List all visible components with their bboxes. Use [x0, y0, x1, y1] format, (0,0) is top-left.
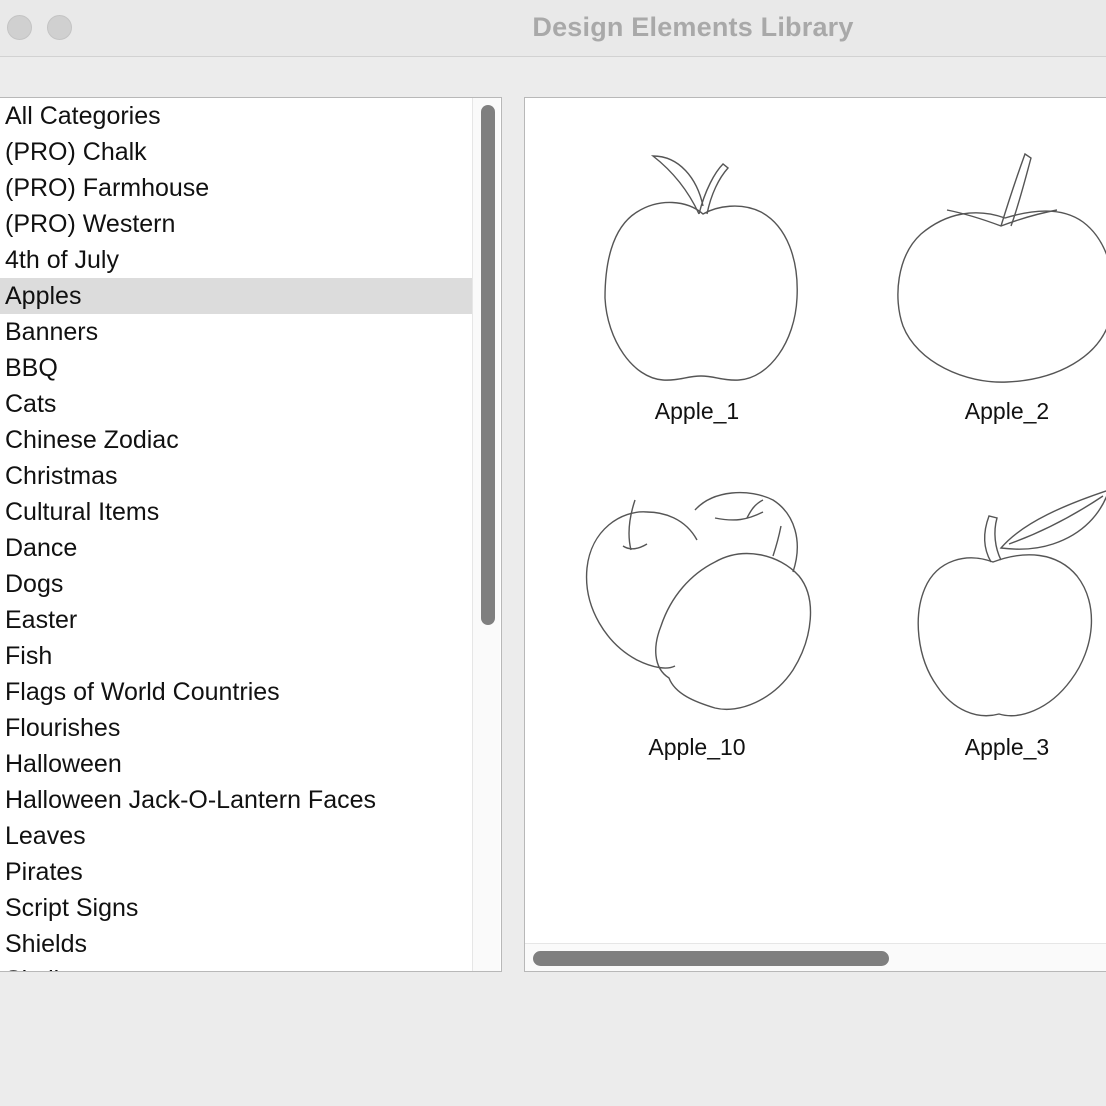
apple-with-large-leaf-icon	[917, 490, 1106, 717]
element-tile-apple-3[interactable]: Apple_3	[877, 488, 1106, 760]
category-item[interactable]: 4th of July	[0, 242, 472, 278]
category-item[interactable]: Apples	[0, 278, 472, 314]
category-item[interactable]: Christmas	[0, 458, 472, 494]
window-title: Design Elements Library	[532, 12, 854, 42]
three-apples-icon	[585, 491, 812, 710]
category-item[interactable]: Easter	[0, 602, 472, 638]
category-item[interactable]: Cats	[0, 386, 472, 422]
design-elements-library-window: Design Elements Library All Categories (P…	[0, 0, 1106, 1106]
category-item[interactable]: Script Signs	[0, 890, 472, 926]
category-list-panel: All Categories (PRO) Chalk (PRO) Farmhouse…	[0, 97, 502, 972]
category-item[interactable]: Flourishes	[0, 710, 472, 746]
elements-scroll-thumb[interactable]	[533, 951, 889, 966]
element-label: Apple_10	[648, 734, 746, 760]
element-tile-apple-2[interactable]: Apple_2	[877, 148, 1106, 424]
category-item[interactable]: Skulls	[0, 962, 472, 971]
category-item[interactable]: Fish	[0, 638, 472, 674]
category-item[interactable]: Leaves	[0, 818, 472, 854]
category-item[interactable]: (PRO) Chalk	[0, 134, 472, 170]
category-item[interactable]: Dance	[0, 530, 472, 566]
category-item[interactable]: Shields	[0, 926, 472, 962]
category-item[interactable]: BBQ	[0, 350, 472, 386]
category-item[interactable]: Cultural Items	[0, 494, 472, 530]
category-vertical-scrollbar[interactable]	[472, 98, 500, 971]
category-item[interactable]: Pirates	[0, 854, 472, 890]
title-bar: Design Elements Library	[0, 0, 1106, 57]
category-item[interactable]: Dogs	[0, 566, 472, 602]
category-item[interactable]: Halloween Jack-O-Lantern Faces	[0, 782, 472, 818]
round-apple-icon	[897, 152, 1106, 383]
category-item[interactable]: Chinese Zodiac	[0, 422, 472, 458]
category-item[interactable]: Banners	[0, 314, 472, 350]
apple-with-leaf-icon	[604, 155, 798, 381]
category-item[interactable]: All Categories	[0, 98, 472, 134]
element-label: Apple_1	[654, 398, 740, 424]
element-tile-apple-1[interactable]: Apple_1	[567, 148, 827, 424]
category-scroll-thumb[interactable]	[481, 105, 495, 625]
category-item[interactable]: Halloween	[0, 746, 472, 782]
elements-horizontal-scrollbar[interactable]	[525, 943, 1106, 971]
element-tile-apple-10[interactable]: Apple_10	[567, 488, 827, 760]
category-item[interactable]: (PRO) Western	[0, 206, 472, 242]
category-list: All Categories (PRO) Chalk (PRO) Farmhouse…	[0, 98, 472, 971]
category-item[interactable]: Flags of World Countries	[0, 674, 472, 710]
elements-grid-panel: Apple_1 Apple_2 Apple_10 Apple_3	[524, 97, 1106, 972]
category-item[interactable]: (PRO) Farmhouse	[0, 170, 472, 206]
element-label: Apple_2	[964, 398, 1050, 424]
element-label: Apple_3	[964, 734, 1050, 760]
